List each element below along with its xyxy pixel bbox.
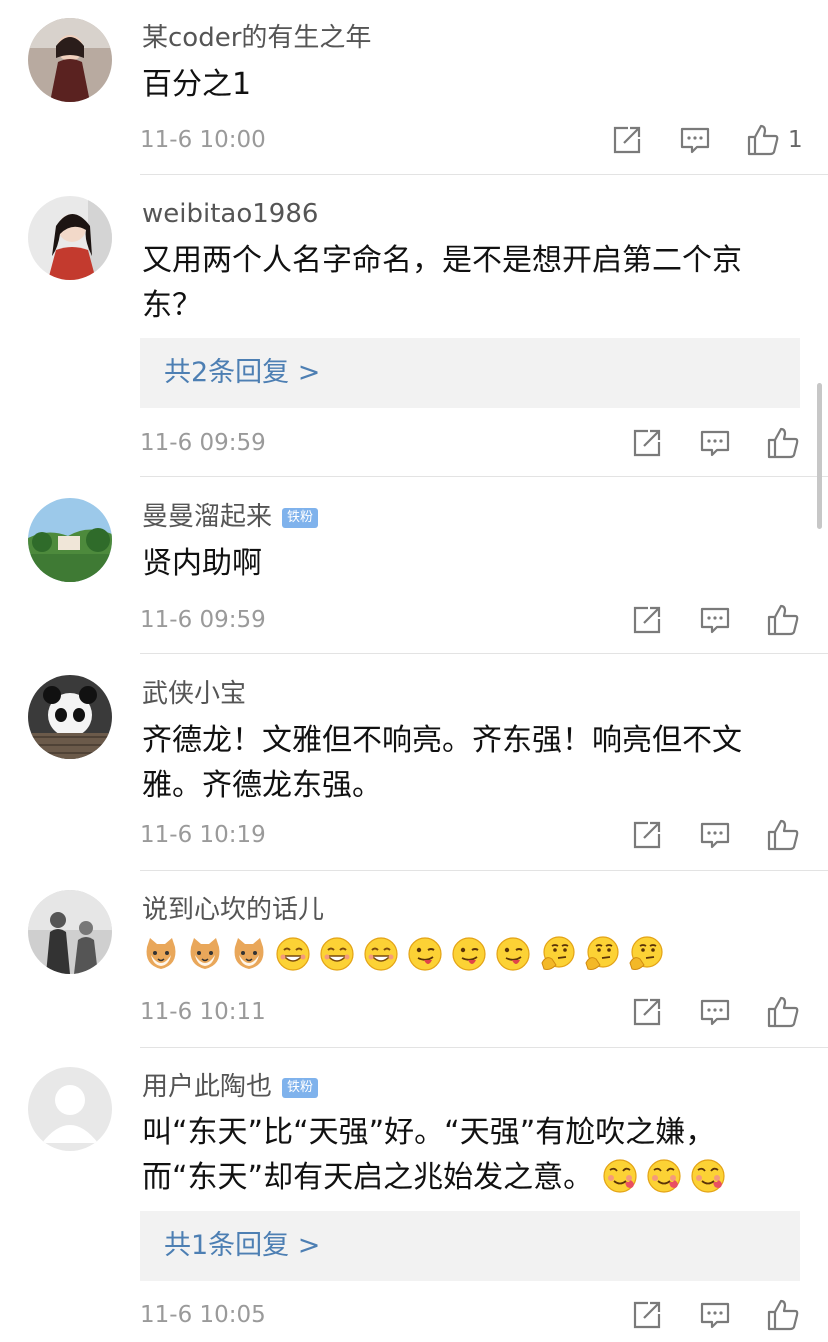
timestamp: 11-6 09:59 (140, 430, 266, 456)
cat-emoji (142, 935, 180, 973)
thumbs-up-icon[interactable] (766, 818, 800, 852)
username-text: weibitao1986 (142, 199, 319, 229)
share-icon[interactable] (630, 426, 664, 460)
avatar[interactable] (28, 498, 112, 582)
emoji-row (142, 933, 772, 978)
thumbs-up-icon[interactable] (766, 995, 800, 1029)
love-emoji (689, 1157, 727, 1195)
comment-item: 曼曼溜起来 铁粉 贤内助啊 11-6 09:59 (0, 477, 828, 654)
username-text: 曼曼溜起来 (142, 502, 273, 532)
thumbs-up-icon[interactable] (746, 123, 780, 157)
comment-item: 用户此陶也 铁粉 叫“东天”比“天强”好。“天强”有尬吹之嫌，而“东天”却有天启之… (0, 1048, 828, 1342)
share-icon[interactable] (630, 1298, 664, 1332)
username[interactable]: 曼曼溜起来 铁粉 (142, 500, 319, 534)
username[interactable]: weibitao1986 (142, 197, 318, 231)
thumbs-up-icon[interactable] (766, 603, 800, 637)
comment-icon[interactable] (698, 995, 732, 1029)
comment-item: 某coder的有生之年 百分之1 11-6 10:00 1 (0, 0, 828, 175)
share-icon[interactable] (630, 995, 664, 1029)
scrollbar[interactable] (817, 383, 822, 529)
love-emoji (601, 1157, 639, 1195)
reply-link[interactable]: 共2条回复 > (164, 354, 320, 392)
timestamp: 11-6 10:05 (140, 1302, 266, 1328)
comment-text: 贤内助啊 (142, 546, 262, 581)
think-emoji (626, 935, 664, 973)
thumbs-up-icon[interactable] (766, 1298, 800, 1332)
username-text: 说到心坎的话儿 (142, 895, 325, 925)
username-text: 某coder的有生之年 (142, 23, 372, 53)
cat-emoji (230, 935, 268, 973)
like-count: 1 (788, 127, 803, 153)
comment-text: 又用两个人名字命名，是不是想开启第二个京东？ (142, 243, 742, 323)
timestamp: 11-6 10:11 (140, 999, 266, 1025)
reply-summary[interactable]: 共2条回复 > (140, 338, 800, 408)
tongue-emoji (494, 935, 532, 973)
reply-summary[interactable]: 共1条回复 > (140, 1211, 800, 1281)
tongue-emoji (406, 935, 444, 973)
share-icon[interactable] (610, 123, 644, 157)
username-text: 用户此陶也 (142, 1072, 273, 1102)
username[interactable]: 武侠小宝 (142, 677, 246, 711)
comment-text: 齐德龙！文雅但不响亮。齐东强！响亮但不文雅。齐德龙东强。 (142, 723, 742, 803)
avatar[interactable] (28, 196, 112, 280)
love-emoji (645, 1157, 683, 1195)
comment-text: 叫“东天”比“天强”好。“天强”有尬吹之嫌，而“东天”却有天启之兆始发之意。 (142, 1110, 772, 1200)
comment-icon[interactable] (698, 603, 732, 637)
avatar[interactable] (28, 18, 112, 102)
timestamp: 11-6 10:19 (140, 822, 266, 848)
think-emoji (582, 935, 620, 973)
grin-emoji (318, 935, 356, 973)
comment-text: 百分之1 (142, 67, 252, 102)
share-icon[interactable] (630, 603, 664, 637)
username[interactable]: 用户此陶也 铁粉 (142, 1070, 319, 1104)
fan-badge: 铁粉 (282, 508, 319, 528)
comment-icon[interactable] (698, 818, 732, 852)
avatar[interactable] (28, 890, 112, 974)
grin-emoji (362, 935, 400, 973)
comment-item: 武侠小宝 齐德龙！文雅但不响亮。齐东强！响亮但不文雅。齐德龙东强。 11-6 1… (0, 654, 828, 871)
comment-icon[interactable] (698, 426, 732, 460)
avatar[interactable] (28, 1067, 112, 1151)
username[interactable]: 某coder的有生之年 (142, 21, 371, 55)
username[interactable]: 说到心坎的话儿 (142, 893, 324, 927)
reply-link[interactable]: 共1条回复 > (164, 1227, 320, 1265)
comment-icon[interactable] (678, 123, 712, 157)
think-emoji (538, 935, 576, 973)
cat-emoji (186, 935, 224, 973)
tongue-emoji (450, 935, 488, 973)
timestamp: 11-6 09:59 (140, 607, 266, 633)
share-icon[interactable] (630, 818, 664, 852)
comment-item: 说到心坎的话儿 11-6 10:11 (0, 871, 828, 1048)
fan-badge: 铁粉 (282, 1078, 319, 1098)
grin-emoji (274, 935, 312, 973)
comment-item: weibitao1986 又用两个人名字命名，是不是想开启第二个京东？ 共2条回… (0, 175, 828, 477)
username-text: 武侠小宝 (142, 679, 247, 709)
timestamp: 11-6 10:00 (140, 127, 266, 153)
avatar[interactable] (28, 675, 112, 759)
thumbs-up-icon[interactable] (766, 426, 800, 460)
comment-icon[interactable] (698, 1298, 732, 1332)
